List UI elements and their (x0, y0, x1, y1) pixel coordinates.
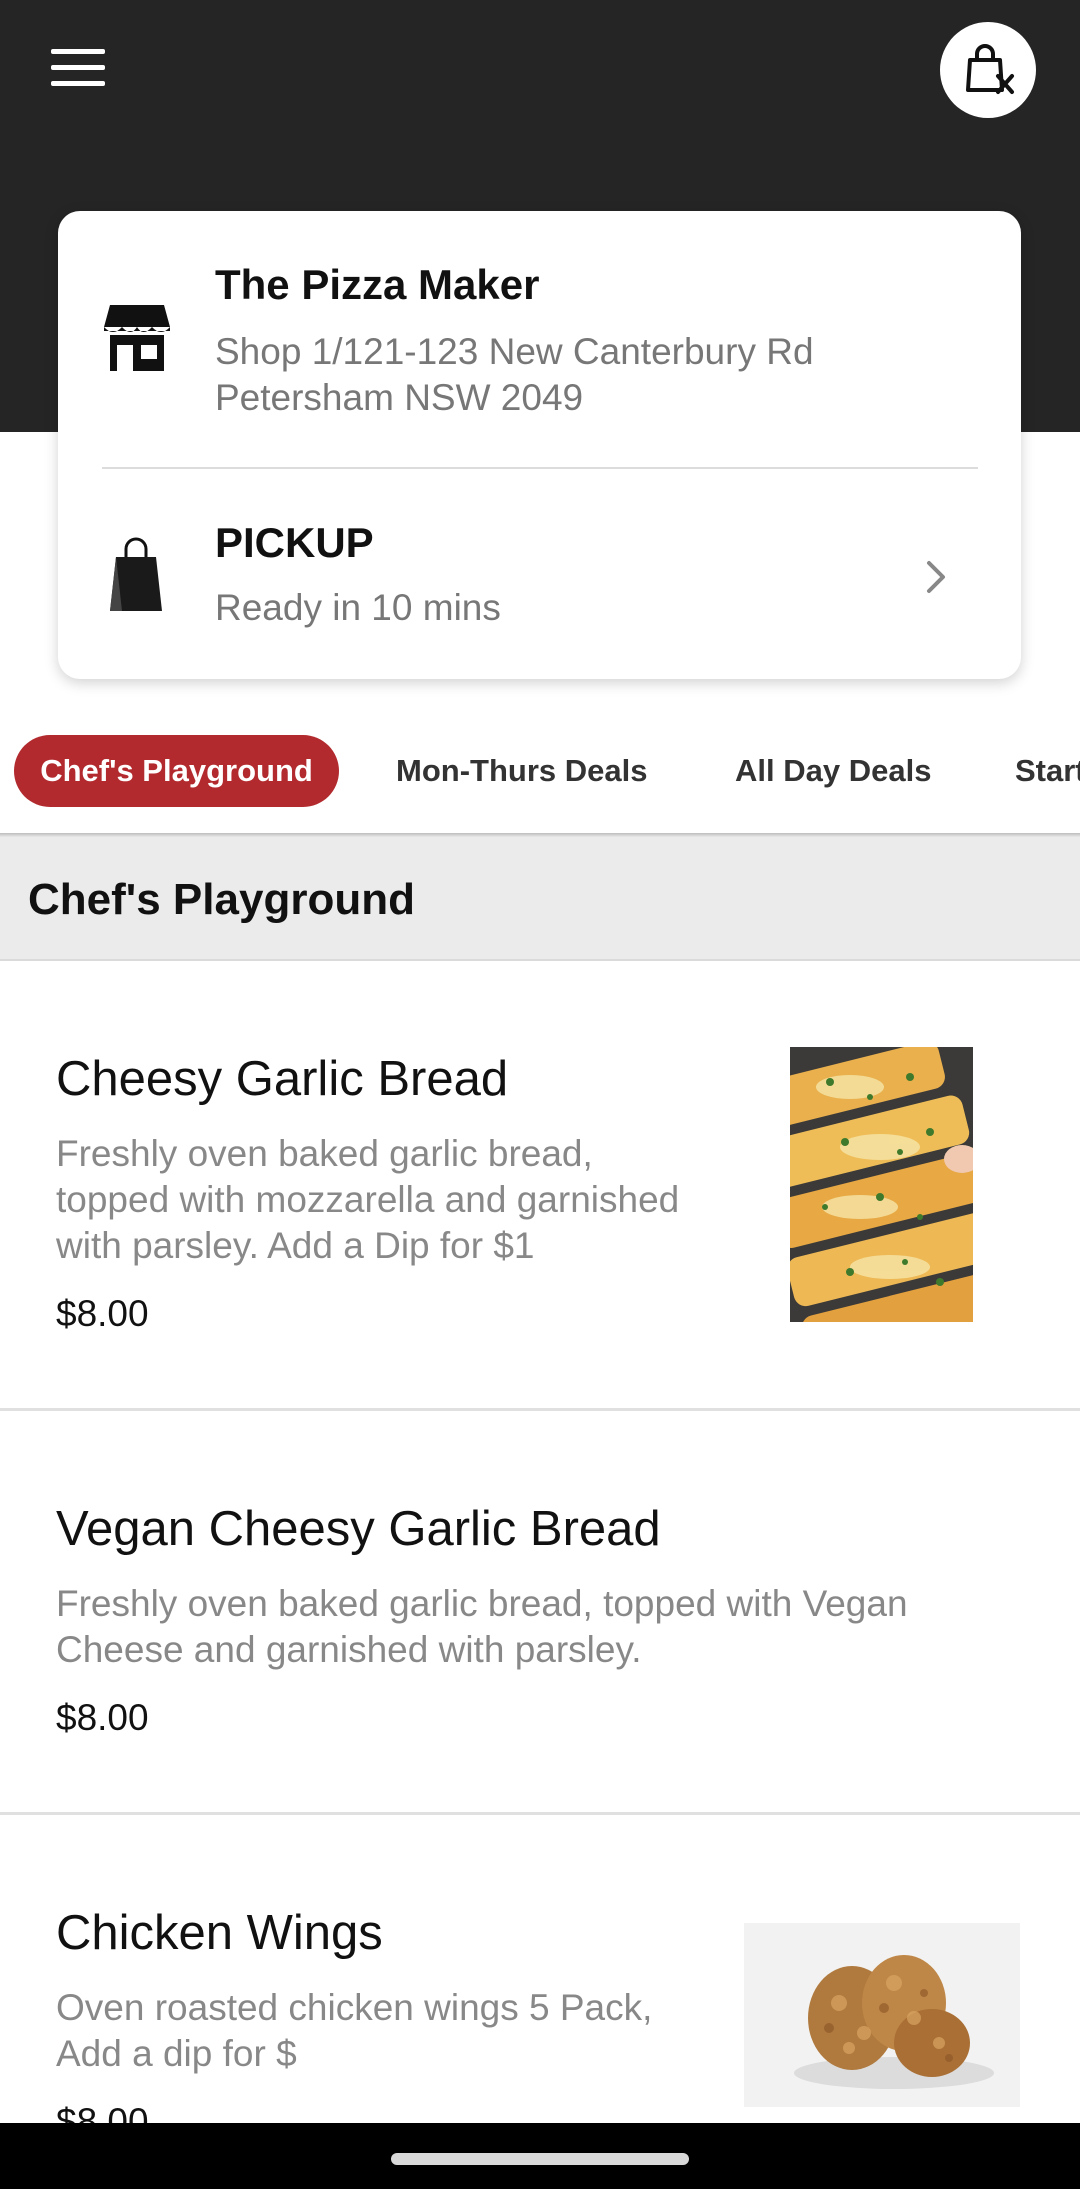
hamburger-menu-icon (51, 49, 105, 86)
store-address-line1: Shop 1/121-123 New Canterbury Rd (215, 331, 814, 372)
store-info[interactable]: The Pizza Maker Shop 1/121-123 New Cante… (58, 211, 1021, 467)
pickup-row[interactable]: PICKUP Ready in 10 mins (58, 469, 1021, 679)
storefront-icon (104, 305, 170, 371)
item-price: $8.00 (56, 1293, 149, 1334)
order-mode-subtitle: Ready in 10 mins (215, 587, 501, 628)
section-header: Chef's Playground (0, 837, 1080, 961)
shopping-bag-icon (110, 537, 162, 611)
cart-button[interactable] (940, 22, 1036, 118)
item-description-line3: with parsley. Add a Dip for $1 (56, 1225, 535, 1266)
tab-mon-thurs-deals[interactable]: Mon-Thurs Deals (368, 735, 675, 807)
item-description-line2: topped with mozzarella and garnished (56, 1179, 680, 1220)
menu-button[interactable] (38, 38, 118, 98)
item-description-line1: Freshly oven baked garlic bread, (56, 1133, 593, 1174)
item-description-line2: Cheese and garnished with parsley. (56, 1629, 642, 1670)
item-description-line2: Add a dip for $ (56, 2033, 297, 2074)
item-description: Freshly oven baked garlic bread, topped … (56, 1131, 679, 1269)
item-name: Vegan Cheesy Garlic Bread (56, 1502, 661, 1556)
store-card: The Pizza Maker Shop 1/121-123 New Cante… (58, 211, 1021, 679)
order-mode-title: PICKUP (215, 519, 374, 566)
home-gesture-handle[interactable] (391, 2153, 689, 2165)
item-description-line1: Oven roasted chicken wings 5 Pack, (56, 1987, 653, 2028)
menu-item-cheesy-garlic-bread[interactable]: Cheesy Garlic Bread Freshly oven baked g… (0, 961, 1080, 1411)
chevron-right-icon (927, 561, 945, 593)
tab-all-day-deals[interactable]: All Day Deals (707, 735, 959, 807)
item-description: Freshly oven baked garlic bread, topped … (56, 1581, 908, 1673)
store-address: Shop 1/121-123 New Canterbury Rd Petersh… (215, 329, 935, 421)
item-description-line1: Freshly oven baked garlic bread, topped … (56, 1583, 908, 1624)
bag-cancel-icon (966, 44, 1014, 94)
item-image-chicken-wings (744, 1923, 1020, 2107)
store-name: The Pizza Maker (215, 261, 540, 308)
item-image-garlic-bread (790, 1047, 973, 1322)
menu-item-vegan-cheesy-garlic-bread[interactable]: Vegan Cheesy Garlic Bread Freshly oven b… (0, 1411, 1080, 1815)
item-name: Cheesy Garlic Bread (56, 1052, 509, 1106)
tab-starters[interactable]: Starters (987, 735, 1080, 807)
category-tabs: Chef's Playground Mon-Thurs Deals All Da… (0, 735, 1080, 807)
system-navigation-bar (0, 2123, 1080, 2189)
tab-chefs-playground[interactable]: Chef's Playground (14, 735, 339, 807)
section-title: Chef's Playground (28, 875, 415, 924)
store-address-line2: Petersham NSW 2049 (215, 377, 584, 418)
item-name: Chicken Wings (56, 1906, 383, 1960)
item-description: Oven roasted chicken wings 5 Pack, Add a… (56, 1985, 652, 2077)
item-price: $8.00 (56, 1697, 149, 1738)
